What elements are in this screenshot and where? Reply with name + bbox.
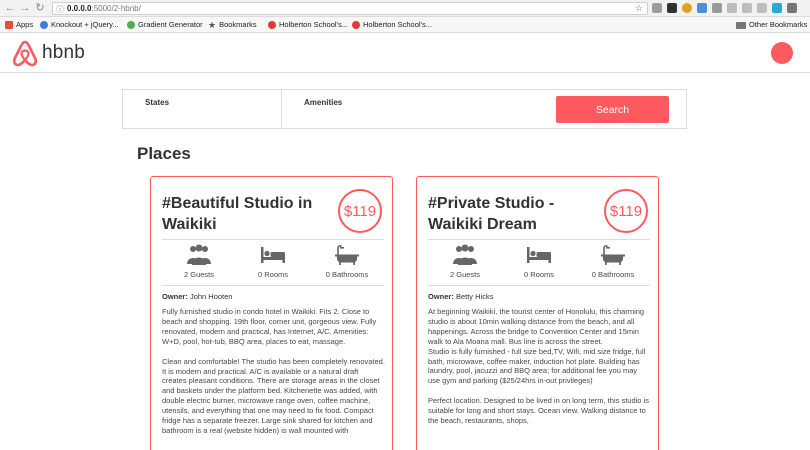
extension-icon[interactable] bbox=[772, 3, 782, 13]
bookmark-item[interactable]: Gradient Generator bbox=[127, 17, 203, 33]
extension-icon[interactable] bbox=[757, 3, 767, 13]
other-bookmarks[interactable]: Other Bookmarks bbox=[736, 17, 807, 33]
bathrooms-label: 0 Bathrooms bbox=[591, 270, 635, 279]
rooms-label: 0 Rooms bbox=[523, 270, 554, 279]
bed-icon bbox=[261, 247, 285, 263]
owner-name: John Hooten bbox=[189, 292, 233, 301]
bookmark-label: Holberton School's... bbox=[363, 20, 432, 29]
extension-icon[interactable] bbox=[682, 3, 692, 13]
place-description: Fully furnished studio in condo hotel in… bbox=[162, 307, 385, 446]
extension-icons bbox=[652, 3, 797, 14]
bookmark-item[interactable]: Knockout + jQuery... bbox=[40, 17, 119, 33]
bookmark-item[interactable]: Holberton School's... bbox=[352, 17, 432, 33]
amenities-label: Amenities bbox=[304, 98, 343, 107]
reload-icon[interactable]: ↻ bbox=[34, 2, 46, 14]
apps-grid-icon bbox=[5, 21, 13, 29]
amenities-filter[interactable]: Amenities bbox=[282, 90, 482, 128]
holberton-icon bbox=[352, 21, 360, 29]
menu-icon[interactable] bbox=[787, 3, 797, 13]
bookmark-label: Holberton School's... bbox=[279, 20, 348, 29]
owner: Owner: Betty Hicks bbox=[428, 292, 493, 301]
extension-icon[interactable] bbox=[697, 3, 707, 13]
price-by-night: $119 bbox=[604, 189, 648, 233]
place-name: #Private Studio - Waikiki Dream bbox=[428, 195, 555, 233]
bathtub-icon bbox=[335, 244, 359, 265]
place-card: #Beautiful Studio in Waikiki $119 2 Gues… bbox=[150, 176, 393, 450]
description-paragraph: Perfect location. Designed to be lived i… bbox=[428, 396, 649, 426]
bookmark-label: Bookmarks bbox=[219, 20, 257, 29]
places-title: Places bbox=[137, 144, 191, 163]
rooms-info: 0 Rooms bbox=[502, 244, 576, 279]
description-paragraph: At beginning Waikiki, the tourist center… bbox=[428, 307, 646, 386]
guests-info: 2 Guests bbox=[162, 244, 236, 279]
bookmarks-bar: Apps Knockout + jQuery... Gradient Gener… bbox=[0, 17, 810, 33]
chrome-icon bbox=[127, 21, 135, 29]
bookmark-label: Gradient Generator bbox=[138, 20, 203, 29]
owner-label: Owner: bbox=[162, 292, 188, 301]
bookmark-star-icon[interactable]: ☆ bbox=[635, 3, 643, 14]
rooms-info: 0 Rooms bbox=[236, 244, 310, 279]
guests-info: 2 Guests bbox=[428, 244, 502, 279]
search-button[interactable]: Search bbox=[556, 96, 669, 123]
owner-name: Betty Hicks bbox=[455, 292, 494, 301]
back-icon[interactable]: ← bbox=[4, 2, 16, 14]
states-label: States bbox=[145, 98, 170, 107]
logo-text: hbnb bbox=[42, 42, 86, 63]
guests-icon bbox=[187, 244, 211, 265]
browser-toolbar: ← → ↻ ⓘ 0.0.0.0:5000/2-hbnb/ ☆ bbox=[0, 0, 810, 17]
bathrooms-label: 0 Bathrooms bbox=[325, 270, 369, 279]
airbnb-logo-icon bbox=[12, 40, 38, 67]
extension-icon[interactable] bbox=[712, 3, 722, 13]
url-host: 0.0.0.0 bbox=[67, 4, 92, 13]
place-card: #Private Studio - Waikiki Dream $119 2 G… bbox=[416, 176, 659, 450]
bookmark-apps[interactable]: Apps bbox=[5, 17, 33, 33]
place-description: At beginning Waikiki, the tourist center… bbox=[428, 307, 651, 436]
wordpress-icon bbox=[40, 21, 48, 29]
description-paragraph: Fully furnished studio in condo hotel in… bbox=[162, 307, 377, 346]
owner-label: Owner: bbox=[428, 292, 454, 301]
guests-icon bbox=[453, 244, 477, 265]
bookmark-item[interactable]: ★ Bookmarks bbox=[208, 17, 257, 33]
place-name: #Beautiful Studio in Waikiki bbox=[162, 195, 313, 233]
description-paragraph: Clean and comfortable! The studio has be… bbox=[162, 356, 385, 435]
extension-icon[interactable] bbox=[667, 3, 677, 13]
filters-bar: States Amenities Search bbox=[122, 89, 687, 129]
star-icon: ★ bbox=[208, 20, 217, 30]
holberton-icon bbox=[268, 21, 276, 29]
rooms-label: 0 Rooms bbox=[257, 270, 288, 279]
place-information: 2 Guests 0 Rooms 0 Bathrooms bbox=[428, 239, 650, 286]
price-by-night: $119 bbox=[338, 189, 382, 233]
bathrooms-info: 0 Bathrooms bbox=[310, 244, 384, 279]
bookmark-label: Knockout + jQuery... bbox=[51, 20, 119, 29]
bed-icon bbox=[527, 247, 551, 263]
forward-icon[interactable]: → bbox=[19, 2, 31, 14]
user-avatar[interactable] bbox=[771, 42, 793, 64]
place-information: 2 Guests 0 Rooms 0 Bathrooms bbox=[162, 239, 384, 286]
logo[interactable]: hbnb bbox=[12, 39, 85, 67]
folder-icon bbox=[736, 21, 746, 29]
guests-label: 2 Guests bbox=[183, 270, 214, 279]
info-icon[interactable]: ⓘ bbox=[56, 4, 64, 14]
bookmark-label: Other Bookmarks bbox=[749, 20, 808, 29]
bathtub-icon bbox=[601, 244, 625, 265]
states-filter[interactable]: States bbox=[123, 90, 282, 128]
bathrooms-info: 0 Bathrooms bbox=[576, 244, 650, 279]
extension-icon[interactable] bbox=[742, 3, 752, 13]
owner: Owner: John Hooten bbox=[162, 292, 232, 301]
bookmark-label: Apps bbox=[16, 20, 34, 29]
url-path: :5000/2-hbnb/ bbox=[91, 4, 141, 13]
bookmark-item[interactable]: Holberton School's... bbox=[268, 17, 348, 33]
extension-icon[interactable] bbox=[727, 3, 737, 13]
guests-label: 2 Guests bbox=[449, 270, 480, 279]
address-bar[interactable]: ⓘ 0.0.0.0:5000/2-hbnb/ ☆ bbox=[52, 2, 648, 15]
cast-icon[interactable] bbox=[652, 3, 662, 13]
app-header: hbnb bbox=[0, 33, 810, 73]
